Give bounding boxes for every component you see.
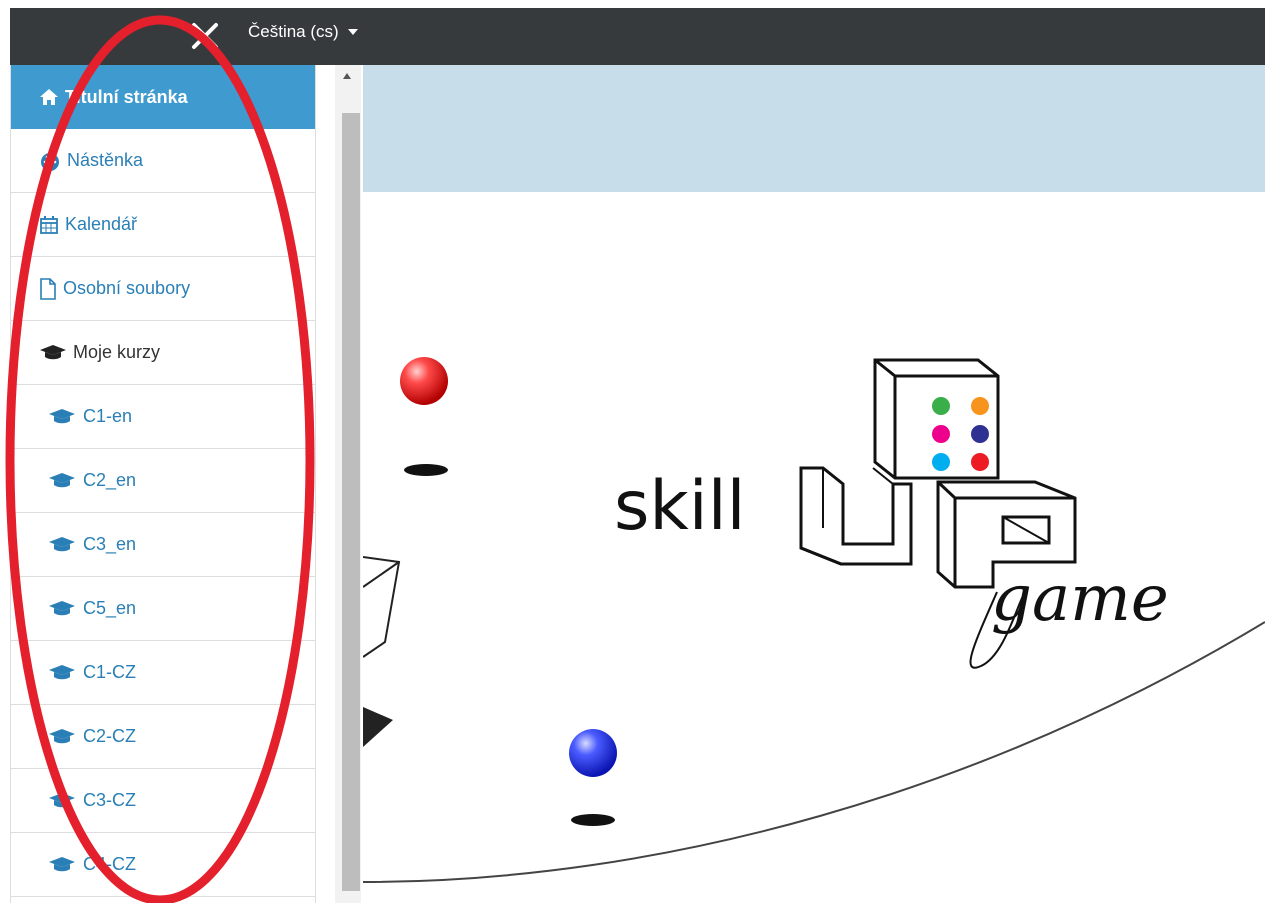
top-navbar: Čeština (cs) xyxy=(10,8,1265,65)
sidebar-item-dashboard[interactable]: Nástěnka xyxy=(11,129,315,193)
sidebar-item-course[interactable]: C2_en xyxy=(11,449,315,513)
sidebar-item-label: C1-en xyxy=(83,406,133,426)
red-ball[interactable] xyxy=(400,357,448,405)
sidebar-item-course[interactable]: C3_en xyxy=(11,513,315,577)
skillup-game-logo: skill game xyxy=(614,358,1169,669)
home-icon xyxy=(39,88,59,106)
sidebar-item-course[interactable]: C1-en xyxy=(11,385,315,449)
language-dropdown[interactable]: Čeština (cs) xyxy=(248,22,358,42)
sidebar-item-label: Kalendář xyxy=(65,214,138,234)
sidebar-item-label: C5_en xyxy=(83,598,137,618)
logo-word-game: game xyxy=(991,562,1169,636)
sidebar-item-course[interactable]: C1-CZ xyxy=(11,641,315,705)
graduation-cap-icon xyxy=(47,408,77,426)
black-triangle-shape xyxy=(363,707,393,747)
calendar-icon xyxy=(39,215,59,235)
graduation-cap-icon xyxy=(47,536,77,554)
file-icon xyxy=(39,277,57,300)
scroll-up-arrow-icon[interactable] xyxy=(343,73,351,79)
ball-shadow xyxy=(404,464,448,476)
sidebar-item-label: C3-CZ xyxy=(83,790,136,810)
sidebar-item-private-files[interactable]: Osobní soubory xyxy=(11,257,315,321)
sidebar-item-label: Nástěnka xyxy=(67,150,144,170)
sidebar-item-label: C3_en xyxy=(83,534,137,554)
sidebar-item-label: C4-CZ xyxy=(83,854,136,874)
caret-down-icon xyxy=(347,29,358,35)
floor-curve xyxy=(363,621,1265,883)
sidebar-item-label: Osobní soubory xyxy=(63,278,191,298)
sidebar-item-label: C1-CZ xyxy=(83,662,136,682)
language-label: Čeština (cs) xyxy=(248,22,339,41)
sidebar-item-label: Moje kurzy xyxy=(73,342,161,362)
graduation-cap-icon xyxy=(47,728,77,746)
sidebar-item-course[interactable]: C2-CZ xyxy=(11,705,315,769)
sidebar-nav: Titulní stránka Nástěnka Kalendář Osobní… xyxy=(10,65,316,903)
partial-cube-edge xyxy=(363,561,400,588)
scrollbar-thumb[interactable] xyxy=(342,113,360,891)
close-drawer-button[interactable] xyxy=(182,13,228,59)
graduation-cap-icon xyxy=(39,344,67,362)
logo-word-skill: skill xyxy=(614,467,745,546)
sidebar-scrollbar[interactable] xyxy=(335,65,361,903)
sidebar-item-course[interactable]: C5_en xyxy=(11,577,315,641)
blue-ball[interactable] xyxy=(569,729,617,777)
sidebar-item-course[interactable]: C4-CZ xyxy=(11,833,315,897)
graduation-cap-icon xyxy=(47,664,77,682)
graduation-cap-icon xyxy=(47,792,77,810)
sidebar-item-course[interactable]: C3-CZ xyxy=(11,769,315,833)
graduation-cap-icon xyxy=(47,472,77,490)
sidebar-item-my-courses[interactable]: Moje kurzy xyxy=(11,321,315,385)
graduation-cap-icon xyxy=(47,856,77,874)
graduation-cap-icon xyxy=(47,600,77,618)
game-canvas[interactable]: skill game xyxy=(363,192,1265,903)
close-icon xyxy=(192,23,218,49)
partial-cube-shape xyxy=(363,556,401,658)
sidebar-item-label: C2-CZ xyxy=(83,726,136,746)
sidebar-item-home[interactable]: Titulní stránka xyxy=(11,65,315,129)
page-header-band xyxy=(363,65,1265,192)
sidebar-item-label: Titulní stránka xyxy=(65,86,188,107)
dashboard-icon xyxy=(39,151,61,171)
ball-shadow xyxy=(571,814,615,826)
sidebar-item-label: C2_en xyxy=(83,470,137,490)
sidebar-item-calendar[interactable]: Kalendář xyxy=(11,193,315,257)
